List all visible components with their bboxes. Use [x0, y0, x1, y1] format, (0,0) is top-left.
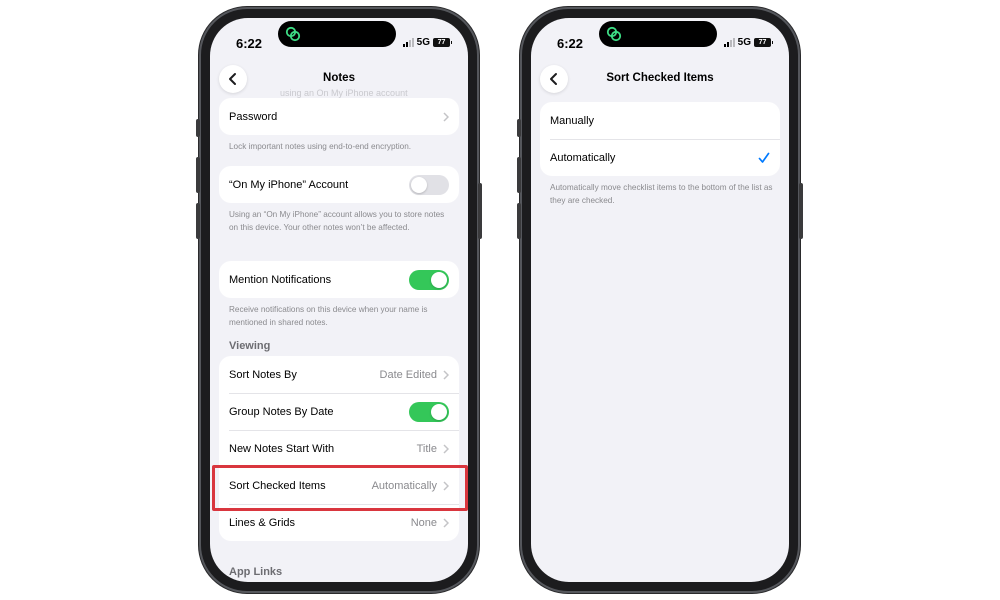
row-value: None: [410, 516, 437, 529]
sort-options-footer: Automatically move checklist items to th…: [550, 183, 773, 205]
option-automatically[interactable]: Automatically: [540, 139, 780, 176]
mention-notifications-row: Mention Notifications: [219, 261, 459, 298]
toggle-knob: [431, 403, 447, 420]
new-notes-start-with-row[interactable]: New Notes Start With Title: [219, 430, 459, 467]
password-footer: Lock important notes using end-to-end en…: [229, 142, 412, 151]
settings-list: Password Lock important notes using end-…: [219, 18, 459, 582]
mention-notifications-toggle[interactable]: [409, 269, 449, 290]
row-value: Title: [416, 442, 437, 455]
mention-footer: Receive notifications on this device whe…: [229, 305, 428, 327]
power-button: [799, 183, 803, 239]
password-label: Password: [229, 110, 278, 123]
sort-checked-items-screen: 6:22 5G 77 Sort Checked Items Manually A…: [531, 18, 789, 582]
power-button: [478, 183, 482, 239]
option-manually[interactable]: Manually: [540, 102, 780, 139]
volume-up-button: [517, 157, 521, 193]
action-button: [517, 119, 521, 137]
volume-up-button: [196, 157, 200, 193]
toggle-knob: [431, 271, 447, 288]
on-my-iphone-toggle[interactable]: [409, 174, 449, 195]
volume-down-button: [517, 203, 521, 239]
toggle-knob: [411, 176, 427, 193]
on-my-iphone-row: “On My iPhone” Account: [219, 166, 459, 203]
group-notes-by-date-toggle[interactable]: [409, 401, 449, 422]
viewing-group: Sort Notes By Date Edited Group Notes By…: [219, 356, 459, 541]
row-label: Sort Checked Items: [229, 479, 326, 492]
row-label: Sort Notes By: [229, 368, 297, 381]
row-label: Group Notes By Date: [229, 405, 334, 418]
row-value: Date Edited: [379, 368, 437, 381]
sort-options-list: Manually Automatically Automatically mov…: [540, 18, 780, 582]
group-notes-by-date-row: Group Notes By Date: [219, 393, 459, 430]
notes-settings-screen: 6:22 5G 77 using an On My iPhone account: [210, 18, 468, 582]
mention-group: Mention Notifications: [219, 261, 459, 298]
option-label: Manually: [550, 114, 595, 127]
on-my-iphone-label: “On My iPhone” Account: [229, 178, 349, 191]
on-my-iphone-footer: Using an “On My iPhone” account allows y…: [229, 210, 445, 232]
password-group: Password: [219, 98, 459, 135]
app-links-section-header: App Links: [229, 566, 283, 578]
lines-and-grids-row[interactable]: Lines & Grids None: [219, 504, 459, 541]
mention-notifications-label: Mention Notifications: [229, 273, 332, 286]
sort-options-group: Manually Automatically: [540, 102, 780, 176]
sort-checked-items-row[interactable]: Sort Checked Items Automatically: [219, 467, 459, 504]
phone-frame-left: 6:22 5G 77 using an On My iPhone account: [196, 7, 482, 593]
on-my-iphone-group: “On My iPhone” Account: [219, 166, 459, 203]
viewing-section-header: Viewing: [229, 340, 271, 352]
action-button: [196, 119, 200, 137]
volume-down-button: [196, 203, 200, 239]
sort-notes-by-row[interactable]: Sort Notes By Date Edited: [219, 356, 459, 393]
row-value: Automatically: [371, 479, 437, 492]
row-label: Lines & Grids: [229, 516, 296, 529]
row-label: New Notes Start With: [229, 442, 335, 455]
checkmark-icon: [758, 152, 770, 163]
password-row[interactable]: Password: [219, 98, 459, 135]
chevron-right-icon: [443, 480, 449, 491]
phone-frame-right: 6:22 5G 77 Sort Checked Items Manually A…: [517, 7, 803, 593]
chevron-right-icon: [443, 369, 449, 380]
chevron-right-icon: [443, 111, 449, 122]
option-label: Automatically: [550, 151, 616, 164]
chevron-right-icon: [443, 443, 449, 454]
chevron-right-icon: [443, 517, 449, 528]
